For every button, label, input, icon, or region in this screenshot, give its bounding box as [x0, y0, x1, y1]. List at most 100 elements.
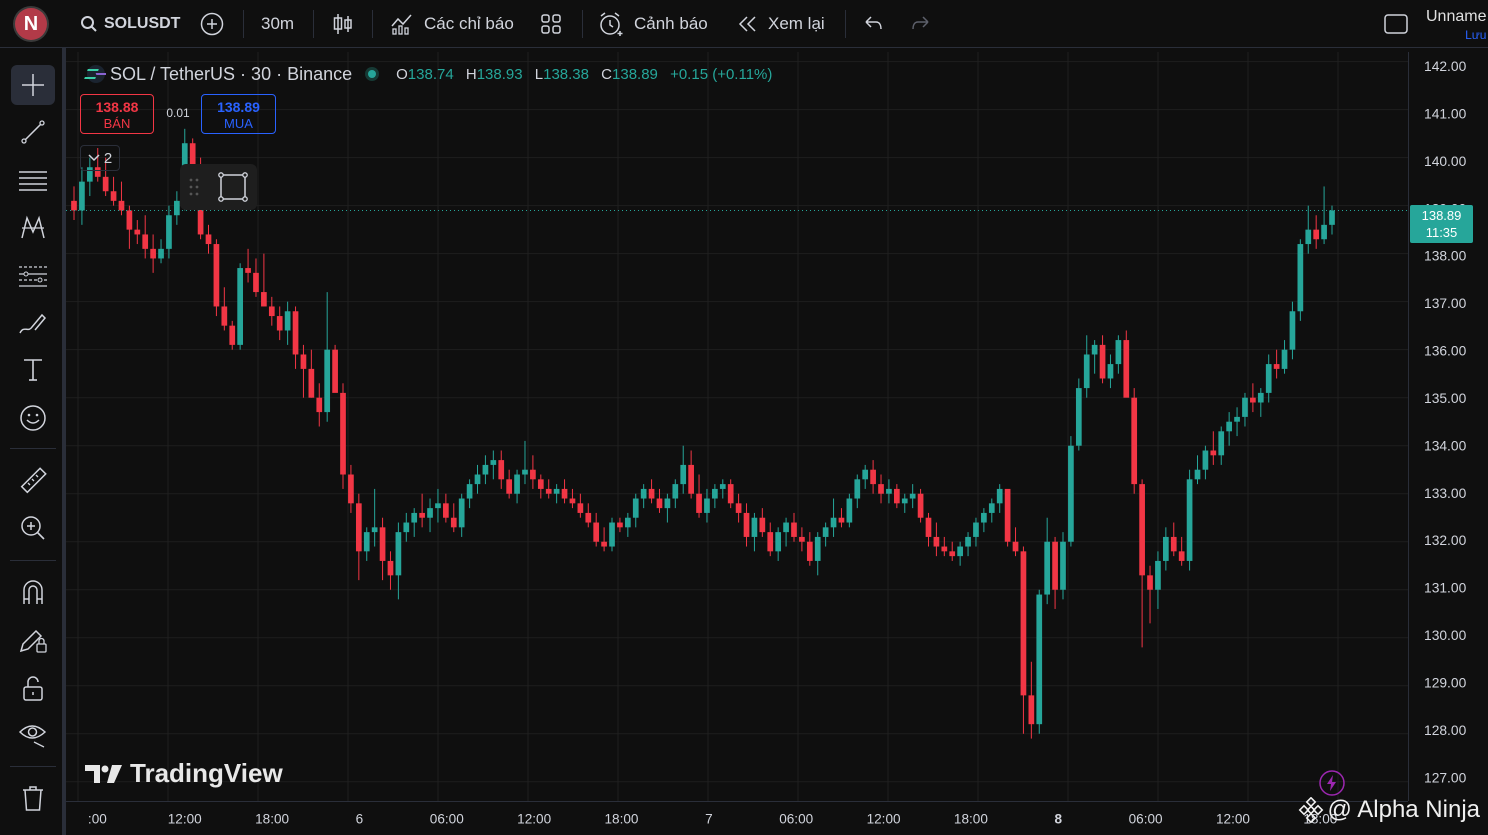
rectangle-tool-icon[interactable] [218, 172, 248, 202]
layout-save-button[interactable]: Unname Lưu [1426, 8, 1486, 44]
candle-body [1273, 364, 1280, 369]
candle-body [379, 527, 386, 561]
smile-icon [20, 405, 46, 431]
magnet-icon [23, 580, 43, 604]
candle-body [1012, 541, 1019, 552]
candle-body [672, 484, 679, 499]
delete-tool[interactable] [11, 778, 55, 818]
layout-name: Unname [1426, 8, 1487, 25]
toolbar-divider [372, 10, 373, 38]
fullscreen-button[interactable] [1383, 0, 1409, 48]
price-tick-label: 136.00 [1424, 343, 1467, 359]
candle-body [110, 191, 117, 201]
candle-body [102, 176, 109, 192]
top-toolbar: N SOLUSDT 30m Các chỉ báo Cảnh báo Xem l… [0, 0, 1488, 48]
drag-handle-icon[interactable] [188, 177, 200, 197]
candle-body [1297, 244, 1304, 312]
price-axis[interactable]: 142.00141.00140.00139.00138.00137.00136.… [1408, 52, 1488, 801]
lock-drawings-tool[interactable] [11, 620, 55, 660]
candle-body [1099, 344, 1106, 379]
candle-body [696, 493, 702, 513]
candle-body [355, 503, 362, 552]
floating-drawing-toolbar [180, 164, 257, 210]
toolbar-divider [10, 560, 56, 561]
price-tick-label: 130.00 [1424, 627, 1467, 643]
measure-tool[interactable] [11, 461, 55, 501]
brush-tool[interactable] [11, 304, 55, 344]
candle-body [1107, 364, 1114, 379]
symbol-search-button[interactable]: SOLUSDT [80, 0, 180, 48]
text-tool[interactable] [11, 350, 55, 390]
candle-body [1036, 594, 1043, 725]
replay-button[interactable]: Xem lại [736, 0, 825, 48]
drawing-toolbar [0, 48, 66, 835]
candle-body [585, 512, 592, 523]
candle-body [253, 272, 259, 293]
sell-button[interactable]: 138.88 BÁN [80, 94, 154, 134]
candle-body [1028, 695, 1035, 725]
redo-button[interactable] [910, 0, 932, 48]
horizontal-lines-tool[interactable] [11, 160, 55, 200]
templates-button[interactable] [540, 0, 562, 48]
candle-body [830, 517, 837, 528]
undo-button[interactable] [862, 0, 884, 48]
candle-body [640, 488, 647, 499]
trend-line-tool[interactable] [11, 112, 55, 152]
buy-button[interactable]: 138.89 MUA [201, 94, 276, 134]
candle-body [1226, 421, 1232, 432]
crosshair-tool[interactable] [11, 65, 55, 105]
price-tick-label: 127.00 [1424, 769, 1467, 785]
buy-price: 138.89 [217, 99, 260, 115]
candle-body [387, 560, 394, 576]
indicators-button[interactable]: Các chỉ báo [390, 0, 514, 48]
buy-label: MUA [224, 116, 253, 131]
current-price: 138.89 [1421, 208, 1462, 223]
candle-body [324, 349, 331, 413]
candle-body [862, 469, 869, 480]
pattern-tool[interactable] [11, 208, 55, 248]
candle-body [268, 306, 275, 317]
user-avatar[interactable]: N [15, 8, 47, 40]
indicator-count: 2 [103, 149, 113, 167]
zoom-tool[interactable] [11, 508, 55, 548]
candle-body [1250, 397, 1256, 403]
open-value: 138.74 [407, 65, 454, 83]
pencil-lock-icon [19, 629, 47, 653]
time-axis[interactable]: :00 12:00 18:00 6 06:00 12:00 18:00 7 06:00 12:00… [66, 801, 1408, 835]
compare-symbol-button[interactable] [200, 0, 224, 48]
chart-type-button[interactable] [332, 0, 354, 48]
candle-body [522, 469, 528, 475]
bar-countdown: 11:35 [1425, 225, 1458, 240]
change-value: +0.15 (+0.11%) [670, 65, 773, 83]
time-tick-label: 06:00 [430, 811, 464, 826]
price-tick-label: 131.00 [1424, 580, 1467, 596]
alert-button[interactable]: Cảnh báo [598, 0, 708, 48]
candle-body [276, 316, 283, 331]
lightning-icon[interactable] [1318, 769, 1346, 797]
chart-legend: SOL / TetherUS · 30 · Binance O138.74 H1… [84, 62, 772, 86]
interval-button[interactable]: 30m [261, 0, 294, 48]
candle-body [988, 503, 995, 513]
candle-body [933, 536, 940, 547]
candle-body [1004, 488, 1011, 542]
credit-text: @ Alpha Ninja [1327, 796, 1480, 823]
candle-body [300, 354, 307, 369]
hide-tool[interactable] [11, 714, 55, 754]
price-chart[interactable] [66, 52, 1408, 801]
price-tick-label: 138.00 [1424, 248, 1467, 264]
emoji-tool[interactable] [11, 398, 55, 438]
indicators-icon [391, 14, 412, 35]
fib-tool[interactable] [11, 256, 55, 296]
candle-body [363, 532, 370, 552]
lock-tool[interactable] [11, 668, 55, 708]
candle-body [458, 498, 465, 528]
candle-body [1115, 340, 1122, 365]
unlock-icon [23, 676, 43, 701]
save-label: Lưu [1465, 28, 1487, 42]
indicators-collapse-button[interactable]: 2 [80, 145, 120, 171]
candle-body [126, 210, 133, 230]
time-tick-label: 18:00 [954, 811, 988, 826]
magnet-tool[interactable] [11, 572, 55, 612]
candle-body [1044, 541, 1051, 595]
candle-body [1155, 560, 1161, 590]
